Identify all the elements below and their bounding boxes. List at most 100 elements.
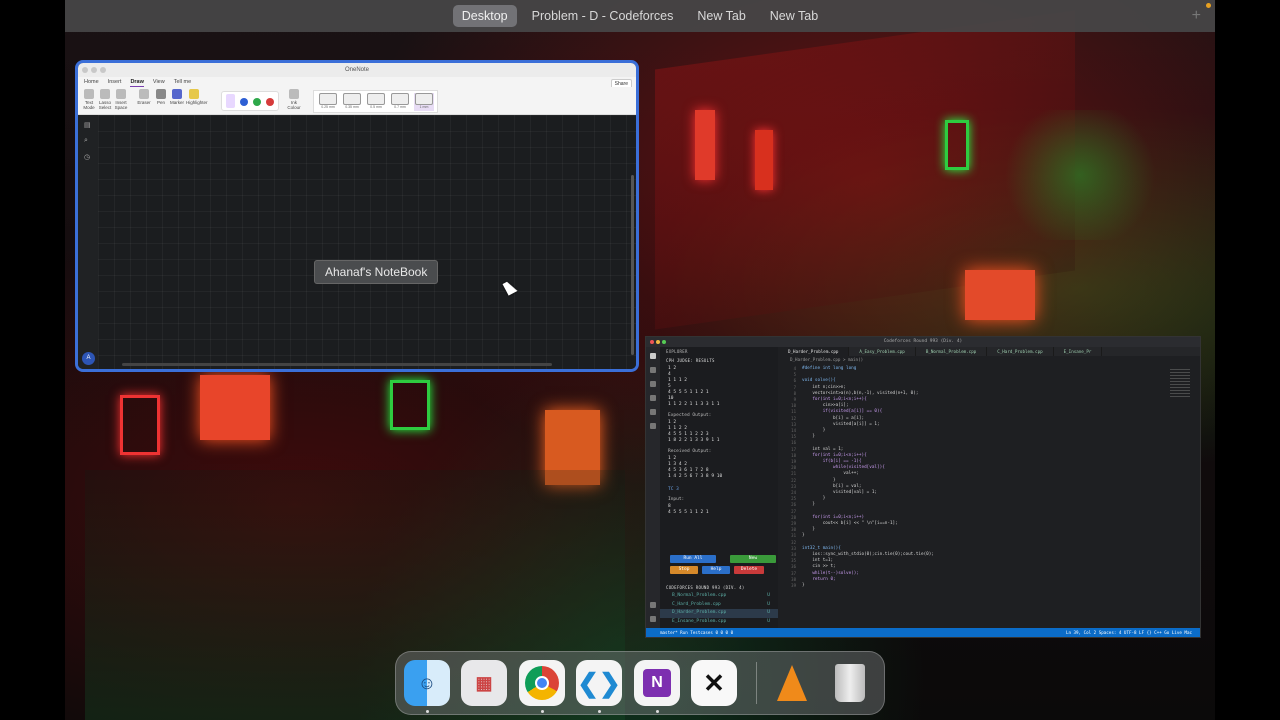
settings-icon[interactable] xyxy=(650,616,656,622)
code-line[interactable]: } xyxy=(802,533,805,538)
code-line[interactable]: ios::sync_with_stdio(0);cin.tie(0);cout.… xyxy=(802,552,934,557)
code-line[interactable]: } xyxy=(802,496,826,501)
editor-tab[interactable]: E_Insane_Pr xyxy=(1054,347,1103,356)
code-line[interactable]: visited[a[i]] = 1; xyxy=(802,422,880,427)
help-button[interactable]: Help xyxy=(702,566,730,574)
zoom-icon[interactable] xyxy=(100,67,106,73)
code-line[interactable]: if(visited[a[i]] == 0){ xyxy=(802,409,883,414)
notebooks-icon[interactable]: ▤ xyxy=(84,121,92,129)
minimap[interactable] xyxy=(1170,369,1190,399)
code-line[interactable]: for(int i=0;i<n;i++){ xyxy=(802,453,866,458)
color-green[interactable] xyxy=(253,98,261,106)
finder-icon[interactable]: ☺ xyxy=(404,660,450,706)
source-control-icon[interactable] xyxy=(650,381,656,387)
code-line[interactable]: b[i] = a[i]; xyxy=(802,416,864,421)
horizontal-scrollbar[interactable] xyxy=(122,363,552,366)
breadcrumb[interactable]: D_Harder_Problem.cpp > main() xyxy=(778,356,1200,364)
file-item[interactable]: E_Insane_Problem.cpp U xyxy=(660,618,778,627)
code-line[interactable]: void solve(){ xyxy=(802,378,836,383)
lasso-select-button[interactable]: Lasso Select xyxy=(97,89,113,110)
color-swatch[interactable] xyxy=(226,94,235,108)
run-all-button[interactable]: Run All xyxy=(670,555,716,563)
new-tab-icon[interactable]: + xyxy=(1192,7,1201,25)
code-line[interactable]: if(b[i] == -1){ xyxy=(802,459,862,464)
insert-space-button[interactable]: Insert Space xyxy=(113,89,129,110)
chrome-icon[interactable] xyxy=(519,660,565,706)
code-line[interactable]: } xyxy=(802,478,836,483)
extensions-icon[interactable] xyxy=(650,409,656,415)
menu-view[interactable]: View xyxy=(153,77,165,87)
status-right[interactable]: Ln 39, Col 2 Spaces: 4 UTF-8 LF {} C++ G… xyxy=(1066,628,1192,637)
code-line[interactable]: vector<int>a(n),b(n,-1), visited(n+1, 0)… xyxy=(802,391,918,396)
code-line[interactable]: } xyxy=(802,428,826,433)
color-red[interactable] xyxy=(266,98,274,106)
onenote-icon[interactable]: N xyxy=(634,660,680,706)
editor-tab[interactable]: C_Hard_Problem.cpp xyxy=(987,347,1054,356)
stroke-1[interactable]: 1 mm xyxy=(414,93,434,111)
trash-icon[interactable] xyxy=(827,660,873,706)
eraser-button[interactable]: Eraser xyxy=(136,89,152,105)
pen-button[interactable]: Pen xyxy=(153,89,169,105)
stroke-035[interactable]: 0.35 mm xyxy=(342,93,362,111)
code-line[interactable]: return 0; xyxy=(802,577,835,582)
close-icon[interactable] xyxy=(82,67,88,73)
vscode-icon[interactable]: ❮❯ xyxy=(576,660,622,706)
capcut-icon[interactable]: ✕ xyxy=(691,660,737,706)
note-canvas[interactable]: Ahanaf's NoteBook xyxy=(98,115,636,369)
run-debug-icon[interactable] xyxy=(650,395,656,401)
code-line[interactable]: cin>>a[i]; xyxy=(802,403,849,408)
code-line[interactable]: int32_t main(){ xyxy=(802,546,841,551)
code-line[interactable]: b[i] = val; xyxy=(802,484,861,489)
launchpad-icon[interactable]: ▦ xyxy=(461,660,507,706)
color-blue[interactable] xyxy=(240,98,248,106)
code-line[interactable]: visited[val] = 1; xyxy=(802,490,877,495)
files-icon[interactable] xyxy=(650,353,656,359)
code-line[interactable]: while(t--)solve(); xyxy=(802,571,859,576)
search-icon[interactable] xyxy=(650,367,656,373)
folder-header[interactable]: CODEFORCES ROUND 993 (DIV. 4) xyxy=(660,583,778,592)
code-line[interactable]: } xyxy=(802,583,805,588)
code-line[interactable]: val++; xyxy=(802,471,859,476)
minimize-icon[interactable] xyxy=(91,67,97,73)
stroke-05[interactable]: 0.5 mm xyxy=(366,93,386,111)
tab-new-1[interactable]: New Tab xyxy=(688,5,754,27)
editor[interactable]: D_Harder_Problem.cpp A_Easy_Problem.cpp … xyxy=(778,347,1200,628)
code-line[interactable]: } xyxy=(802,527,815,532)
menu-home[interactable]: Home xyxy=(84,77,99,87)
file-item-active[interactable]: D_Harder_Problem.cpp U xyxy=(660,609,778,618)
account-icon[interactable] xyxy=(650,602,656,608)
code-line[interactable]: int n;cin>>n; xyxy=(802,385,846,390)
status-left[interactable]: master* Run Testcases 0 0 0 0 xyxy=(660,628,733,637)
highlighter-button[interactable]: Highlighter xyxy=(186,89,208,105)
onenote-window[interactable]: OneNote Home Insert Draw View Tell me Sh… xyxy=(75,60,639,372)
code-line[interactable]: cin >> t; xyxy=(802,564,835,569)
zoom-icon[interactable] xyxy=(662,340,666,344)
editor-tab[interactable]: D_Harder_Problem.cpp xyxy=(778,347,850,356)
file-item[interactable]: B_Normal_Problem.cpp U xyxy=(660,592,778,601)
close-icon[interactable] xyxy=(650,340,654,344)
code-area[interactable]: 4 #define int long long 5 6 void solve(){7 i… xyxy=(778,364,1170,628)
tab-codeforces[interactable]: Problem - D - Codeforces xyxy=(523,5,683,27)
cph-icon[interactable] xyxy=(650,423,656,429)
code-line[interactable]: for(int i=0;i<n;i++){ xyxy=(802,397,866,402)
code-line[interactable]: int val = 1; xyxy=(802,447,843,452)
avatar[interactable]: A xyxy=(82,352,95,365)
code-line[interactable]: } xyxy=(802,502,815,507)
delete-button[interactable]: Delete xyxy=(734,566,764,574)
tab-new-2[interactable]: New Tab xyxy=(761,5,827,27)
code-line[interactable]: while(visited[val]){ xyxy=(802,465,885,470)
code-line[interactable]: cout<< b[i] << " \n"[i==n-1]; xyxy=(802,521,898,526)
stroke-07[interactable]: 0.7 mm xyxy=(390,93,410,111)
menu-draw[interactable]: Draw xyxy=(130,77,144,87)
menu-tell-me[interactable]: Tell me xyxy=(174,77,191,87)
editor-tab[interactable]: A_Easy_Problem.cpp xyxy=(849,347,916,356)
tc-label[interactable]: TC 3 xyxy=(660,481,778,493)
search-icon[interactable]: ⌕ xyxy=(84,137,92,145)
minimize-icon[interactable] xyxy=(656,340,660,344)
code-line[interactable]: #define int long long xyxy=(802,366,856,371)
vscode-window[interactable]: Codeforces Round 993 (Div. 4) EXPLORER C… xyxy=(645,336,1201,638)
vlc-icon[interactable] xyxy=(769,660,815,706)
menu-insert[interactable]: Insert xyxy=(108,77,122,87)
file-item[interactable]: C_Hard_Problem.cpp U xyxy=(660,601,778,610)
tab-desktop[interactable]: Desktop xyxy=(452,5,517,27)
